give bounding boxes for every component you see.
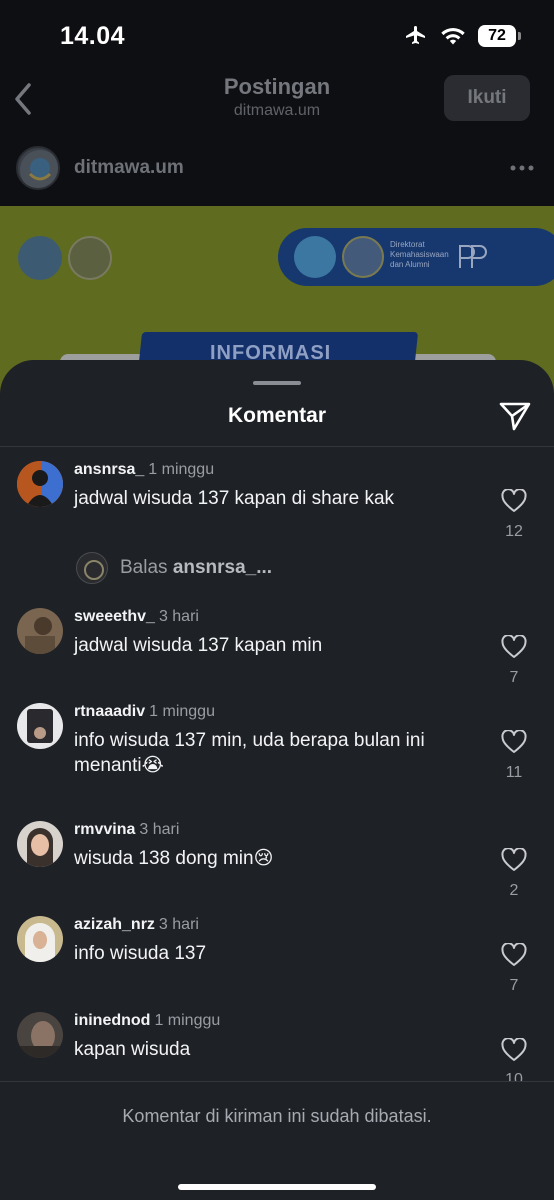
avatar[interactable] <box>17 1012 63 1058</box>
comment-time: 3 hari <box>139 821 180 838</box>
comment-time: 1 minggu <box>149 703 215 720</box>
comment-username[interactable]: ininednod <box>74 1012 150 1029</box>
kemdikbud-logo <box>18 236 62 280</box>
send-icon[interactable] <box>498 400 532 432</box>
author-logo-icon <box>20 150 58 188</box>
wifi-icon <box>441 27 465 45</box>
profile-photo-icon <box>17 608 63 654</box>
like-count: 11 <box>505 764 523 781</box>
airplane-icon <box>406 26 425 44</box>
divider <box>0 446 554 447</box>
profile-photo-icon <box>17 821 63 867</box>
author-avatar[interactable] <box>16 146 60 190</box>
like-count: 2 <box>509 882 519 899</box>
author-name[interactable]: ditmawa.um <box>74 157 184 179</box>
heart-icon[interactable] <box>501 848 527 872</box>
comment-text: info wisuda 137 min, uda berapa bulan in… <box>74 730 425 776</box>
like-count: 10 <box>505 1071 523 1081</box>
avatar[interactable] <box>17 608 63 654</box>
comment-text: jadwal wisuda 137 kapan min <box>74 635 323 656</box>
directorate-pill: Direktorat Kemahasiswaan dan Alumni <box>278 228 554 286</box>
comment-item: ininednod 1 minggu kapan wisuda 10 <box>0 1012 554 1081</box>
heart-icon[interactable] <box>501 1038 527 1062</box>
status-time: 14.04 <box>60 22 126 50</box>
follow-button[interactable]: Ikuti <box>444 75 530 121</box>
heart-icon[interactable] <box>501 730 527 754</box>
comments-limited-notice: Komentar di kiriman ini sudah dibatasi. <box>122 1106 432 1126</box>
avatar[interactable] <box>17 703 63 749</box>
avatar[interactable] <box>17 916 63 962</box>
comment-username[interactable]: azizah_nrz <box>74 916 155 933</box>
comment-time: 3 hari <box>158 608 199 625</box>
heart-icon[interactable] <box>501 489 527 513</box>
directorate-text: Direktorat Kemahasiswaan dan Alumni <box>390 240 449 269</box>
heart-icon[interactable] <box>501 635 527 659</box>
sheet-title: Komentar <box>227 404 327 427</box>
reply-avatar <box>76 552 108 584</box>
post-header: Postingan ditmawa.um Ikuti <box>0 70 554 130</box>
comments-footer: Komentar di kiriman ini sudah dibatasi. <box>0 1081 554 1200</box>
comment-time: 1 minggu <box>154 1012 221 1029</box>
status-bar: 14.04 72 <box>0 0 554 70</box>
avatar[interactable] <box>17 461 63 507</box>
reply-prefix: Balas <box>120 557 168 578</box>
status-icons: 72 <box>404 24 521 48</box>
profile-photo-icon <box>17 916 63 962</box>
comment-time: 1 minggu <box>148 461 215 478</box>
comment-text: info wisuda 137 <box>74 943 207 964</box>
avatar[interactable] <box>17 821 63 867</box>
um-logo <box>68 236 112 280</box>
home-indicator[interactable] <box>178 1184 376 1190</box>
reply-username: ansnrsa_... <box>172 557 273 578</box>
heart-icon[interactable] <box>501 943 527 967</box>
like-count: 7 <box>509 977 519 994</box>
like-count: 12 <box>505 523 523 540</box>
reply-prompt[interactable]: Balas ansnrsa_... <box>76 551 272 585</box>
more-horizontal-icon[interactable] <box>510 165 534 171</box>
comment-username[interactable]: rmvvina <box>74 821 135 838</box>
battery-indicator: 72 <box>478 25 521 47</box>
profile-photo-icon <box>17 703 63 749</box>
comment-text: wisuda 138 dong min😢 <box>74 848 274 869</box>
profile-photo-icon <box>17 461 63 507</box>
comment-username[interactable]: sweeethv_ <box>74 608 155 625</box>
author-row: ditmawa.um <box>0 138 554 200</box>
comment-username[interactable]: rtnaaadiv <box>74 703 145 720</box>
comment-text: kapan wisuda <box>74 1039 191 1060</box>
ppid-logo-icon <box>459 245 487 268</box>
drag-handle[interactable] <box>253 381 301 385</box>
comment-username[interactable]: ansnrsa_ <box>74 461 144 478</box>
comment-time: 3 hari <box>158 916 199 933</box>
comment-text: jadwal wisuda 137 kapan di share kak <box>74 488 395 509</box>
like-count: 7 <box>509 669 519 686</box>
profile-photo-icon <box>17 1012 63 1058</box>
